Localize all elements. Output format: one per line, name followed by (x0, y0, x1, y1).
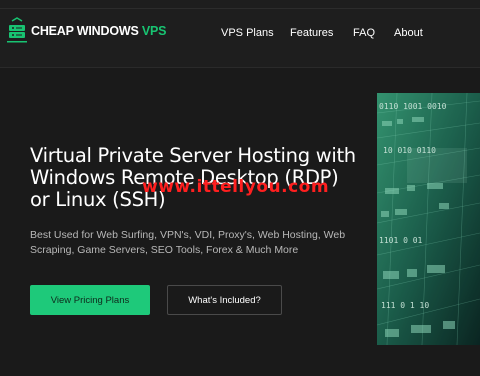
site-logo[interactable]: CHEAP WINDOWS VPS (6, 17, 167, 45)
whats-included-button[interactable]: What's Included? (167, 285, 282, 315)
logo-text: CHEAP WINDOWS VPS (31, 24, 167, 38)
nav-about[interactable]: About (394, 27, 423, 39)
nav-faq[interactable]: FAQ (353, 27, 375, 39)
hero-binary-code-image: 0110 1001 0010 10 010 0110 1101 0 01 111… (377, 93, 480, 345)
logo-text-accent: VPS (141, 24, 167, 38)
server-shield-icon (7, 17, 27, 43)
site-header: CHEAP WINDOWS VPS VPS Plans Features FAQ… (0, 0, 480, 68)
hero-description: Best Used for Web Surfing, VPN's, VDI, P… (30, 229, 346, 256)
nav-vps-plans[interactable]: VPS Plans (221, 27, 274, 39)
view-pricing-button[interactable]: View Pricing Plans (30, 285, 150, 315)
watermark-text: www.ittellyou.com (142, 177, 330, 197)
nav-features[interactable]: Features (290, 27, 333, 39)
logo-text-primary: CHEAP WINDOWS (31, 24, 142, 38)
